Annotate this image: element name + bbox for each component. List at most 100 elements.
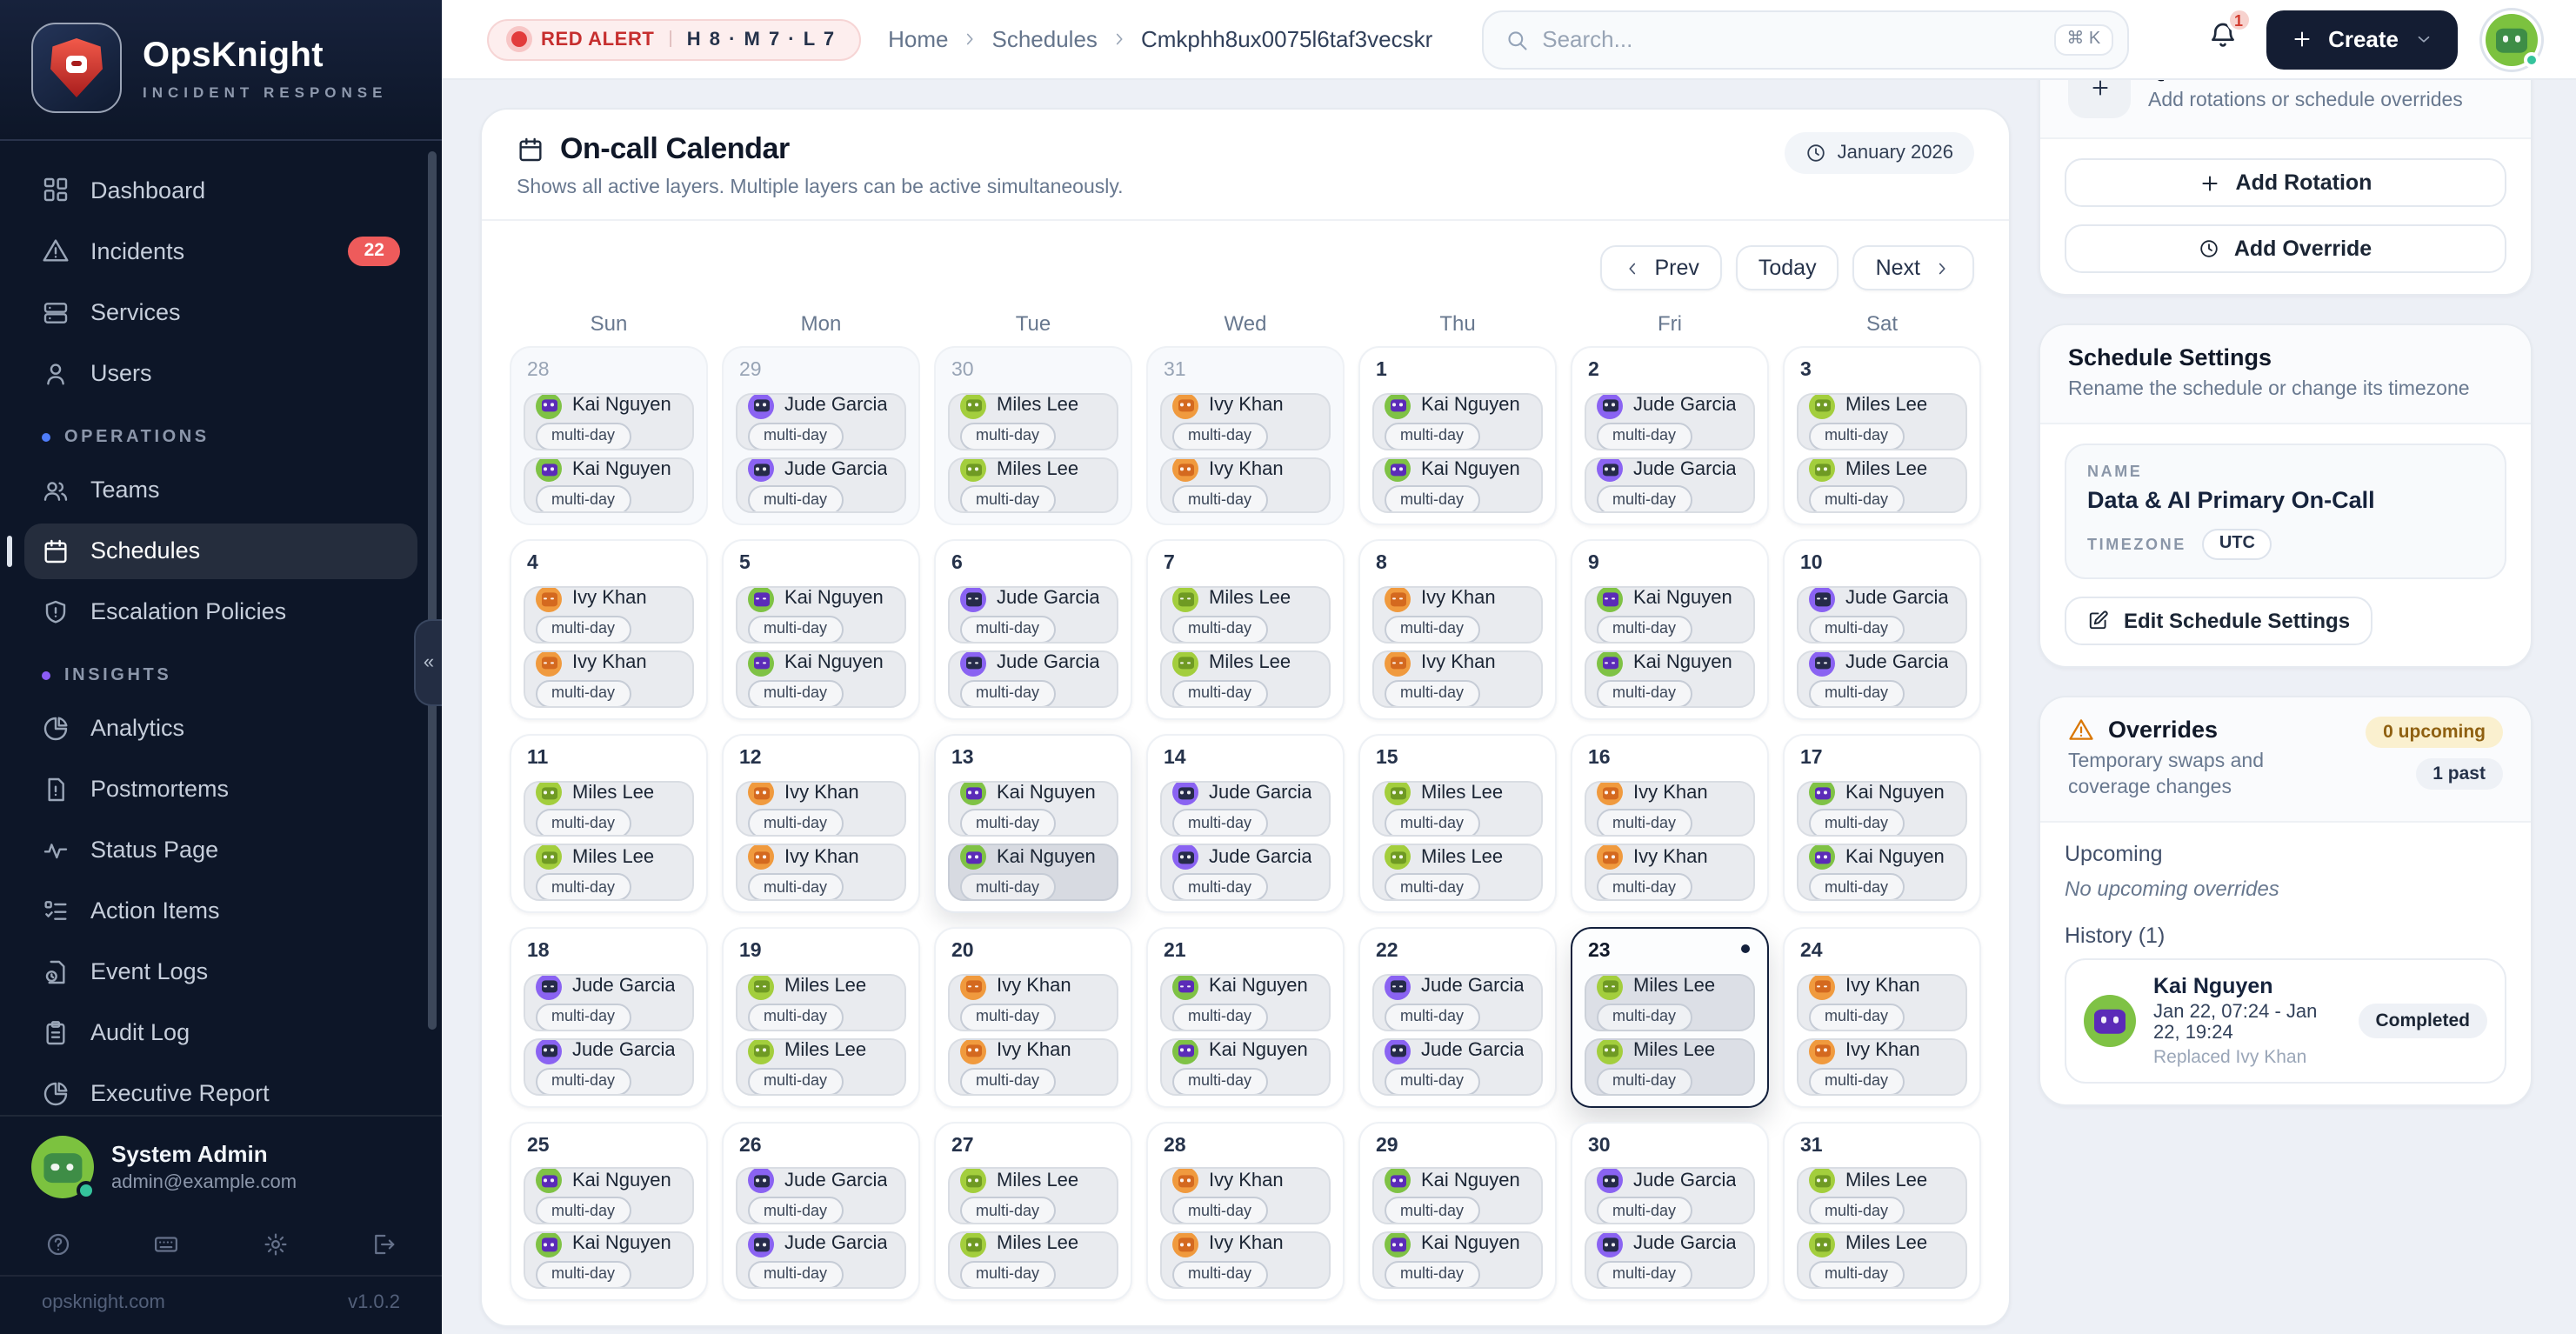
oncall-entry[interactable]: Miles Leemulti-day bbox=[1797, 393, 1967, 450]
calendar-day-cell-30[interactable]: 30Jude Garciamulti-dayJude Garciamulti-d… bbox=[1571, 1121, 1769, 1301]
oncall-entry[interactable]: Jude Garciamulti-day bbox=[1797, 650, 1967, 708]
sidebar-item-action-items[interactable]: Action Items bbox=[24, 883, 417, 938]
oncall-entry[interactable]: Ivy Khanmulti-day bbox=[1797, 1038, 1967, 1096]
oncall-entry[interactable]: Miles Leemulti-day bbox=[1797, 1231, 1967, 1289]
oncall-entry[interactable]: Jude Garciamulti-day bbox=[1160, 780, 1331, 837]
oncall-entry[interactable]: Jude Garciamulti-day bbox=[736, 457, 906, 514]
oncall-entry[interactable]: Jude Garciamulti-day bbox=[1585, 1231, 1755, 1289]
add-override-button[interactable]: Add Override bbox=[2065, 224, 2506, 273]
calendar-day-cell-28[interactable]: 28Ivy Khanmulti-dayIvy Khanmulti-day bbox=[1146, 1121, 1345, 1301]
calendar-day-cell-12[interactable]: 12Ivy Khanmulti-dayIvy Khanmulti-day bbox=[722, 734, 920, 914]
oncall-entry[interactable]: Kai Nguyenmulti-day bbox=[1372, 457, 1543, 514]
breadcrumb-schedules[interactable]: Schedules bbox=[992, 26, 1098, 52]
prev-month-button[interactable]: Prev bbox=[1600, 245, 1721, 290]
oncall-entry[interactable]: Kai Nguyenmulti-day bbox=[524, 393, 694, 450]
oncall-entry[interactable]: Miles Leemulti-day bbox=[948, 1231, 1118, 1289]
oncall-entry[interactable]: Kai Nguyenmulti-day bbox=[524, 457, 694, 514]
oncall-entry[interactable]: Miles Leemulti-day bbox=[948, 457, 1118, 514]
sidebar-item-incidents[interactable]: Incidents22 bbox=[24, 223, 417, 279]
oncall-entry[interactable]: Miles Leemulti-day bbox=[1160, 650, 1331, 708]
oncall-entry[interactable]: Ivy Khanmulti-day bbox=[736, 780, 906, 837]
red-alert-badge[interactable]: RED ALERT | H 8 · M 7 · L 7 bbox=[487, 18, 860, 60]
calendar-day-cell-19[interactable]: 19Miles Leemulti-dayMiles Leemulti-day bbox=[722, 927, 920, 1107]
oncall-entry[interactable]: Kai Nguyenmulti-day bbox=[1585, 650, 1755, 708]
oncall-entry[interactable]: Ivy Khanmulti-day bbox=[948, 1038, 1118, 1096]
oncall-entry[interactable]: Ivy Khanmulti-day bbox=[1372, 586, 1543, 644]
oncall-entry[interactable]: Kai Nguyenmulti-day bbox=[1372, 1168, 1543, 1225]
calendar-day-cell-5[interactable]: 5Kai Nguyenmulti-dayKai Nguyenmulti-day bbox=[722, 540, 920, 720]
oncall-entry[interactable]: Jude Garciamulti-day bbox=[1585, 1168, 1755, 1225]
oncall-entry[interactable]: Miles Leemulti-day bbox=[1372, 780, 1543, 837]
edit-schedule-settings-button[interactable]: Edit Schedule Settings bbox=[2065, 597, 2372, 645]
next-month-button[interactable]: Next bbox=[1853, 245, 1974, 290]
add-rotation-button[interactable]: Add Rotation bbox=[2065, 158, 2506, 207]
sidebar-item-services[interactable]: Services bbox=[24, 284, 417, 340]
oncall-entry[interactable]: Miles Leemulti-day bbox=[1585, 974, 1755, 1031]
sidebar-item-teams[interactable]: Teams bbox=[24, 462, 417, 517]
oncall-entry[interactable]: Miles Leemulti-day bbox=[1372, 844, 1543, 902]
sidebar-item-audit-log[interactable]: Audit Log bbox=[24, 1004, 417, 1060]
override-history-item[interactable]: Kai NguyenJan 22, 07:24 - Jan 22, 19:24R… bbox=[2065, 958, 2506, 1084]
oncall-entry[interactable]: Kai Nguyenmulti-day bbox=[1160, 1038, 1331, 1096]
calendar-day-cell-22[interactable]: 22Jude Garciamulti-dayJude Garciamulti-d… bbox=[1358, 927, 1557, 1107]
calendar-day-cell-29[interactable]: 29Jude Garciamulti-dayJude Garciamulti-d… bbox=[722, 346, 920, 526]
calendar-day-cell-11[interactable]: 11Miles Leemulti-dayMiles Leemulti-day bbox=[510, 734, 708, 914]
search-input[interactable] bbox=[1542, 26, 2040, 52]
oncall-entry[interactable]: Miles Leemulti-day bbox=[1797, 457, 1967, 514]
calendar-day-cell-28[interactable]: 28Kai Nguyenmulti-dayKai Nguyenmulti-day bbox=[510, 346, 708, 526]
oncall-entry[interactable]: Ivy Khanmulti-day bbox=[736, 844, 906, 902]
oncall-entry[interactable]: Ivy Khanmulti-day bbox=[1160, 1168, 1331, 1225]
calendar-day-cell-13[interactable]: 13Kai Nguyenmulti-dayKai Nguyenmulti-day bbox=[934, 734, 1132, 914]
calendar-day-cell-2[interactable]: 2Jude Garciamulti-dayJude Garciamulti-da… bbox=[1571, 346, 1769, 526]
sidebar-item-postmortems[interactable]: Postmortems bbox=[24, 761, 417, 817]
oncall-entry[interactable]: Kai Nguyenmulti-day bbox=[1797, 844, 1967, 902]
oncall-entry[interactable]: Miles Leemulti-day bbox=[524, 780, 694, 837]
calendar-day-cell-25[interactable]: 25Kai Nguyenmulti-dayKai Nguyenmulti-day bbox=[510, 1121, 708, 1301]
oncall-entry[interactable]: Jude Garciamulti-day bbox=[524, 1038, 694, 1096]
calendar-day-cell-1[interactable]: 1Kai Nguyenmulti-dayKai Nguyenmulti-day bbox=[1358, 346, 1557, 526]
calendar-day-cell-8[interactable]: 8Ivy Khanmulti-dayIvy Khanmulti-day bbox=[1358, 540, 1557, 720]
oncall-entry[interactable]: Ivy Khanmulti-day bbox=[1160, 393, 1331, 450]
oncall-entry[interactable]: Ivy Khanmulti-day bbox=[1585, 844, 1755, 902]
calendar-day-cell-17[interactable]: 17Kai Nguyenmulti-dayKai Nguyenmulti-day bbox=[1783, 734, 1981, 914]
user-menu-avatar[interactable] bbox=[2486, 13, 2538, 65]
calendar-day-cell-26[interactable]: 26Jude Garciamulti-dayJude Garciamulti-d… bbox=[722, 1121, 920, 1301]
oncall-entry[interactable]: Ivy Khanmulti-day bbox=[948, 974, 1118, 1031]
sidebar-item-analytics[interactable]: Analytics bbox=[24, 700, 417, 756]
oncall-entry[interactable]: Jude Garciamulti-day bbox=[1585, 457, 1755, 514]
oncall-entry[interactable]: Miles Leemulti-day bbox=[1585, 1038, 1755, 1096]
oncall-entry[interactable]: Miles Leemulti-day bbox=[948, 393, 1118, 450]
oncall-entry[interactable]: Jude Garciamulti-day bbox=[1797, 586, 1967, 644]
calendar-day-cell-24[interactable]: 24Ivy Khanmulti-dayIvy Khanmulti-day bbox=[1783, 927, 1981, 1107]
oncall-entry[interactable]: Ivy Khanmulti-day bbox=[1372, 650, 1543, 708]
oncall-entry[interactable]: Jude Garciamulti-day bbox=[1585, 393, 1755, 450]
oncall-entry[interactable]: Kai Nguyenmulti-day bbox=[524, 1231, 694, 1289]
oncall-entry[interactable]: Miles Leemulti-day bbox=[524, 844, 694, 902]
calendar-day-cell-14[interactable]: 14Jude Garciamulti-dayJude Garciamulti-d… bbox=[1146, 734, 1345, 914]
sidebar-item-escalation-policies[interactable]: Escalation Policies bbox=[24, 584, 417, 639]
oncall-entry[interactable]: Ivy Khanmulti-day bbox=[524, 650, 694, 708]
oncall-entry[interactable]: Jude Garciamulti-day bbox=[948, 586, 1118, 644]
oncall-entry[interactable]: Kai Nguyenmulti-day bbox=[524, 1168, 694, 1225]
calendar-day-cell-31[interactable]: 31Ivy Khanmulti-dayIvy Khanmulti-day bbox=[1146, 346, 1345, 526]
calendar-day-cell-16[interactable]: 16Ivy Khanmulti-dayIvy Khanmulti-day bbox=[1571, 734, 1769, 914]
calendar-day-cell-30[interactable]: 30Miles Leemulti-dayMiles Leemulti-day bbox=[934, 346, 1132, 526]
oncall-entry[interactable]: Miles Leemulti-day bbox=[1160, 586, 1331, 644]
oncall-entry[interactable]: Kai Nguyenmulti-day bbox=[1372, 1231, 1543, 1289]
calendar-day-cell-15[interactable]: 15Miles Leemulti-dayMiles Leemulti-day bbox=[1358, 734, 1557, 914]
oncall-entry[interactable]: Kai Nguyenmulti-day bbox=[1160, 974, 1331, 1031]
sidebar-item-event-logs[interactable]: Event Logs bbox=[24, 944, 417, 999]
oncall-entry[interactable]: Jude Garciamulti-day bbox=[948, 650, 1118, 708]
sidebar-item-schedules[interactable]: Schedules bbox=[24, 523, 417, 578]
oncall-entry[interactable]: Kai Nguyenmulti-day bbox=[1372, 393, 1543, 450]
oncall-entry[interactable]: Ivy Khanmulti-day bbox=[524, 586, 694, 644]
calendar-day-cell-9[interactable]: 9Kai Nguyenmulti-dayKai Nguyenmulti-day bbox=[1571, 540, 1769, 720]
oncall-entry[interactable]: Jude Garciamulti-day bbox=[736, 1231, 906, 1289]
logout-icon[interactable] bbox=[370, 1231, 397, 1257]
calendar-day-cell-3[interactable]: 3Miles Leemulti-dayMiles Leemulti-day bbox=[1783, 346, 1981, 526]
oncall-entry[interactable]: Jude Garciamulti-day bbox=[1372, 974, 1543, 1031]
oncall-entry[interactable]: Kai Nguyenmulti-day bbox=[736, 586, 906, 644]
notifications-button[interactable]: 1 bbox=[2206, 19, 2238, 59]
settings-icon[interactable] bbox=[262, 1231, 288, 1257]
oncall-entry[interactable]: Miles Leemulti-day bbox=[948, 1168, 1118, 1225]
